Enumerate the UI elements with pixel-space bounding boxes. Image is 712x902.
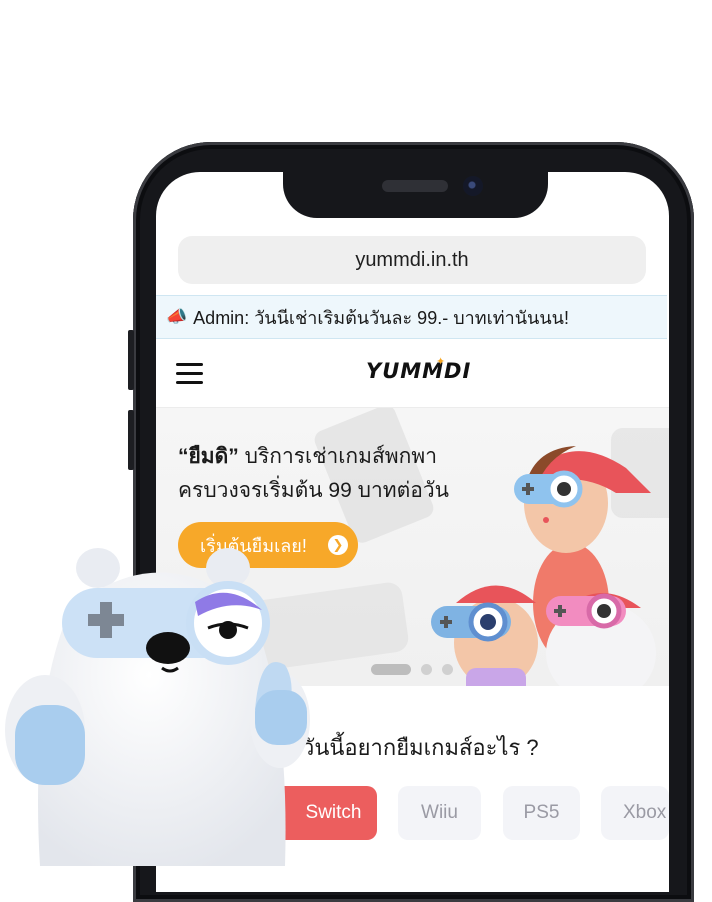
carousel-dot[interactable] bbox=[442, 664, 453, 675]
megaphone-icon: 📣 bbox=[166, 307, 188, 326]
phone-side-button bbox=[128, 330, 134, 390]
top-nav: YUMMDI ✦ bbox=[156, 341, 669, 408]
bear-mascot-illustration bbox=[5, 548, 310, 866]
menu-icon[interactable] bbox=[176, 363, 203, 385]
announcement-banner: 📣 Admin: วันนีเช่าเริมต้นวันละ 99.- บาทเ… bbox=[156, 295, 667, 339]
announcement-text: Admin: วันนีเช่าเริมต้นวันละ 99.- บาทเท่… bbox=[193, 307, 569, 328]
category-chip-xbox[interactable]: Xbox bbox=[601, 786, 669, 840]
carousel-dot[interactable] bbox=[421, 664, 432, 675]
hero-line2: ครบวงจรเริ่มต้น 99 บาทต่อวัน bbox=[178, 479, 449, 502]
url-bar[interactable]: yummdi.in.th bbox=[178, 236, 646, 284]
phone-camera bbox=[463, 176, 483, 196]
category-chip-ps5[interactable]: PS5 bbox=[503, 786, 580, 840]
brand-quote: “ยืมดิ” bbox=[178, 445, 239, 468]
site-logo[interactable]: YUMMDI bbox=[366, 359, 471, 383]
category-chip-wiiu[interactable]: Wiiu bbox=[398, 786, 481, 840]
hero-line1: บริการเช่าเกมส์พกพา bbox=[238, 445, 437, 468]
hero-characters-illustration bbox=[431, 446, 656, 686]
carousel-dots bbox=[371, 664, 453, 675]
hero-headline: “ยืมดิ” บริการเช่าเกมส์พกพา ครบวงจรเริ่ม… bbox=[178, 440, 449, 508]
phone-speaker bbox=[382, 180, 448, 192]
category-label: Xbox bbox=[623, 802, 667, 823]
category-label: Wiiu bbox=[421, 802, 458, 823]
sparkle-icon: ✦ bbox=[436, 356, 446, 368]
category-label: PS5 bbox=[523, 802, 560, 823]
url-text: yummdi.in.th bbox=[355, 248, 469, 271]
chevron-right-icon: ❯ bbox=[328, 535, 348, 555]
phone-side-button bbox=[128, 410, 134, 470]
carousel-dot[interactable] bbox=[371, 664, 411, 675]
